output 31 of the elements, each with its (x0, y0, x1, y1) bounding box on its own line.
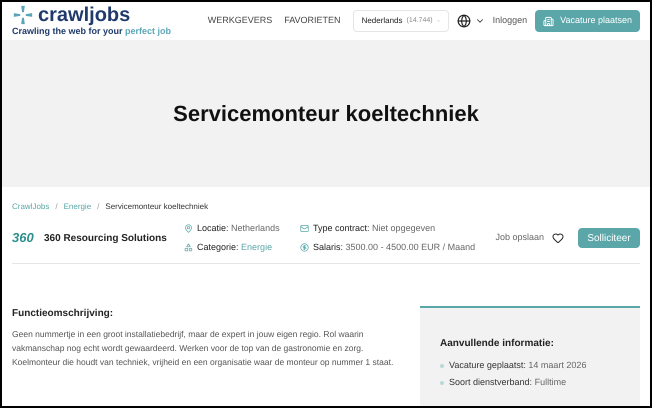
fact-text: Type contract: Niet opgegeven (313, 222, 436, 235)
location-icon (184, 224, 193, 234)
logo-text[interactable]: crawljobs (38, 5, 130, 26)
building-icon (543, 16, 554, 26)
job-title: Servicemonteur koeltechniek (173, 100, 479, 128)
current-page-label: Servicemonteur koeltechniek (105, 201, 208, 213)
globe-icon (456, 14, 471, 28)
description-heading: Functieomschrijving: (12, 307, 114, 321)
bullet-icon (440, 364, 444, 368)
login-link[interactable]: Inloggen (492, 14, 528, 28)
company-logo: 360 (12, 229, 35, 248)
info-item: Vacature geplaatst: 14 maart 2026 (449, 358, 586, 372)
nav-link[interactable]: WERKGEVERS (208, 14, 272, 28)
tagline: Crawling the web for your perfect job (12, 26, 172, 38)
save-job-button[interactable]: Job opslaan (495, 231, 564, 245)
nav-link[interactable]: FAVORIETEN (284, 14, 341, 28)
description-text: Geen nummertje in een groot installatiebedrijf, maar de expert in jouw eigen regio. Rol waarin vakmanschap nog echt wordt gewaardeerd. Werken voor de top van de gastronomie en zorg. Koelmonteur die houdt van techniek, vrijheid en een organisatie waar de monteur op nummer 1 staat. (12, 328, 394, 369)
breadcrumb-separator: / (97, 201, 100, 213)
fact-text: Categorie: Energie (197, 240, 272, 254)
company-name: 360 Resourcing Solutions (44, 232, 168, 246)
logo-icon (12, 4, 34, 26)
bullet-icon (440, 380, 444, 384)
heart-icon (552, 232, 564, 244)
language-button[interactable] (456, 14, 485, 28)
fact-text: Salaris: 3500.00 - 4500.00 EUR / Maand (313, 240, 476, 254)
info-item: Soort dienstverband: Fulltime (449, 376, 566, 389)
salary-icon (300, 242, 309, 252)
info-heading: Aanvullende informatie: (440, 337, 555, 351)
fact-text: Locatie: Netherlands (197, 222, 280, 235)
category-icon (184, 242, 193, 252)
breadcrumb-separator: / (55, 201, 58, 213)
